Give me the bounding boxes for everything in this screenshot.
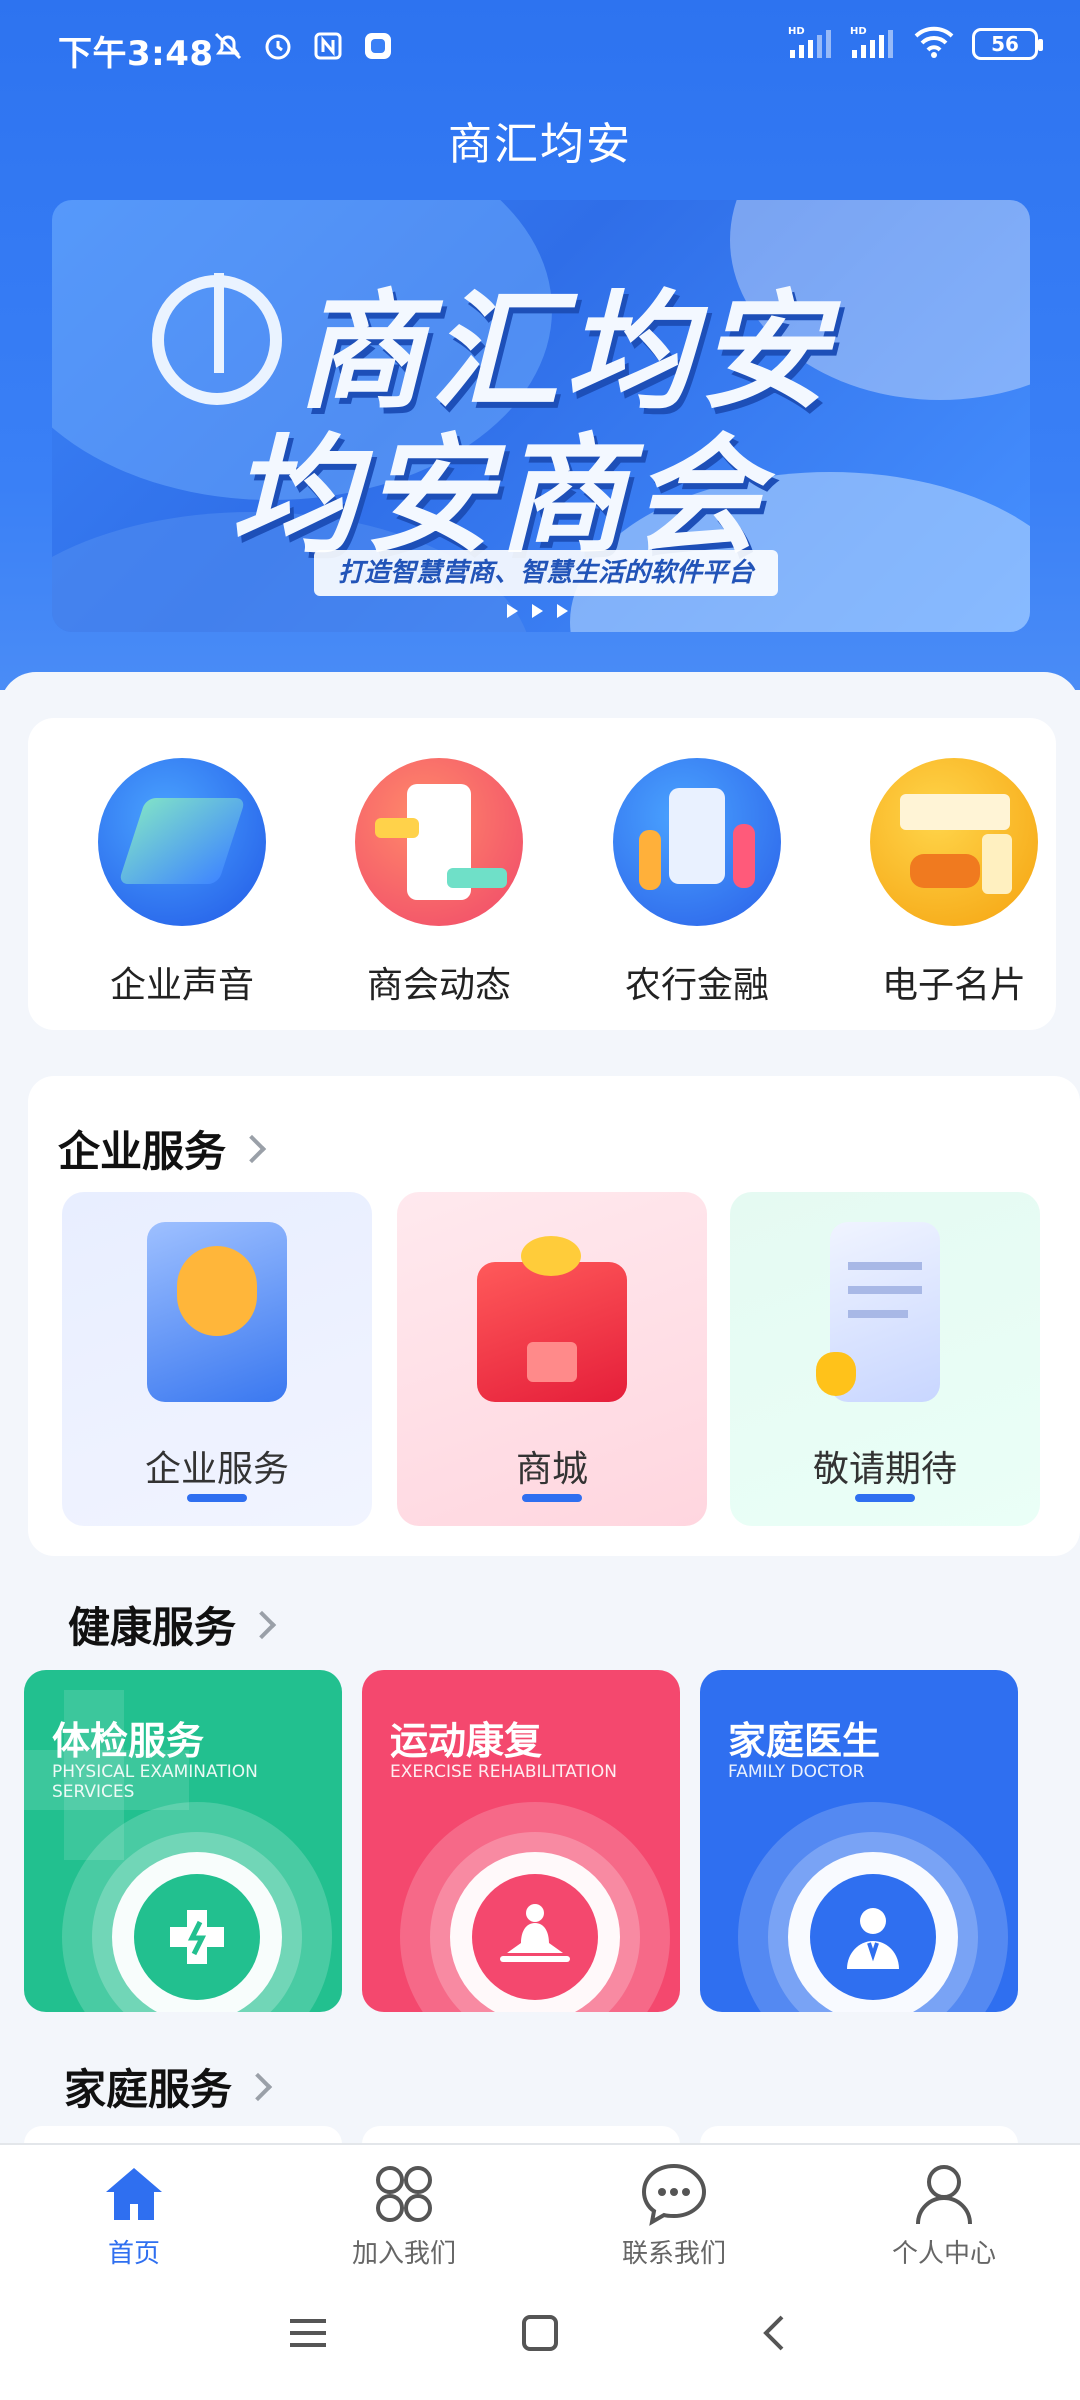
service-tile-indicator <box>187 1494 247 1502</box>
app-notification-icon <box>360 28 396 64</box>
quick-link-label: 企业声音 <box>109 965 254 1006</box>
app-title: 商汇均安 <box>448 119 632 170</box>
nfc-icon <box>310 28 346 64</box>
document-phone-icon <box>816 1222 940 1402</box>
health-card-title: 家庭医生 <box>728 1719 881 1763</box>
service-tile-indicator <box>855 1494 915 1502</box>
service-tile-coming-soon[interactable]: 敬请期待 <box>730 1192 1040 1526</box>
nav-contact-us[interactable]: 联系我们 <box>574 2159 774 2270</box>
wifi-icon <box>912 24 956 64</box>
family-services-header[interactable]: 家庭服务 <box>64 2056 273 2117</box>
promo-banner[interactable]: 商汇均安 均安商会 打造智慧营商、智慧生活的软件平台 <box>52 200 1030 632</box>
nav-label: 首页 <box>107 2239 160 2269</box>
meditation-icon <box>472 1874 598 2000</box>
abc-finance-icon <box>613 758 781 926</box>
enterprise-voice-icon <box>98 758 266 926</box>
service-tile-label: 商城 <box>515 1449 588 1490</box>
nav-label: 加入我们 <box>351 2239 456 2269</box>
health-card-title: 体检服务 <box>52 1719 205 1763</box>
quick-link-abc-finance[interactable]: 农行金融 <box>597 758 797 1008</box>
quick-link-e-card[interactable]: 电子名片 <box>854 758 1054 1008</box>
home-icon <box>99 2159 169 2229</box>
quick-link-label: 农行金融 <box>624 965 769 1006</box>
status-icons-left <box>210 28 396 64</box>
health-card-title: 运动康复 <box>390 1719 543 1763</box>
health-card-rehab[interactable]: 运动康复 EXERCISE REHABILITATION <box>362 1670 680 2012</box>
section-title: 健康服务 <box>68 1603 237 1652</box>
nav-label: 联系我们 <box>621 2239 726 2269</box>
grid-icon <box>369 2159 439 2229</box>
banner-pager <box>507 604 568 618</box>
alarm-icon <box>260 28 296 64</box>
nav-label: 个人中心 <box>891 2239 996 2269</box>
home-square-icon[interactable] <box>520 2313 560 2357</box>
health-card-checkup[interactable]: 体检服务 PHYSICAL EXAMINATION SERVICES <box>24 1670 342 2012</box>
enterprise-services-header[interactable]: 企业服务 <box>58 1118 267 1179</box>
nav-profile[interactable]: 个人中心 <box>844 2159 1044 2270</box>
service-tile-enterprise[interactable]: 企业服务 <box>62 1192 372 1526</box>
bottom-nav: 首页 加入我们 联系我们 个人中心 <box>0 2143 1080 2283</box>
section-title: 企业服务 <box>58 1127 227 1176</box>
quick-link-enterprise-voice[interactable]: 企业声音 <box>82 758 282 1008</box>
health-card-subtitle: EXERCISE REHABILITATION <box>390 1762 617 1782</box>
service-tile-mall[interactable]: 商城 <box>397 1192 707 1526</box>
e-card-icon <box>870 758 1038 926</box>
quick-links-card: 企业声音 商会动态 农行金融 电子名片 <box>28 718 1056 1030</box>
chamber-news-icon <box>355 758 523 926</box>
battery-indicator: 56 <box>972 28 1043 60</box>
medical-cross-icon <box>134 1874 260 2000</box>
chevron-right-icon <box>237 1134 267 1163</box>
service-tile-label: 企业服务 <box>144 1449 289 1490</box>
quick-link-label: 商会动态 <box>366 965 511 1006</box>
service-tile-label: 敬请期待 <box>812 1449 957 1490</box>
quick-link-chamber-news[interactable]: 商会动态 <box>339 758 539 1008</box>
nav-join-us[interactable]: 加入我们 <box>304 2159 504 2270</box>
chat-icon <box>639 2159 709 2229</box>
status-icons-right: HD HD 56 <box>788 24 1043 64</box>
health-card-subtitle: PHYSICAL EXAMINATION SERVICES <box>52 1762 258 1802</box>
mute-icon <box>210 28 246 64</box>
user-icon <box>909 2159 979 2229</box>
system-nav-bar <box>0 2283 1080 2400</box>
svg-text:HD: HD <box>850 26 867 37</box>
red-gift-box-icon <box>477 1236 627 1402</box>
menu-icon[interactable] <box>288 2313 328 2357</box>
service-tile-indicator <box>522 1494 582 1502</box>
status-bar: 下午3:48 HD HD 56 <box>0 0 1080 96</box>
header-background: 下午3:48 HD HD 56 商汇均安 商汇均安 均安商会 打造智慧营商、智慧… <box>0 0 1080 690</box>
back-icon[interactable] <box>754 2313 794 2357</box>
status-time: 下午3:48 <box>58 34 214 74</box>
banner-slogan: 打造智慧营商、智慧生活的软件平台 <box>314 550 779 596</box>
quick-link-label: 电子名片 <box>881 965 1026 1006</box>
svg-text:HD: HD <box>788 26 805 37</box>
chevron-right-icon <box>243 2072 273 2101</box>
health-card-family-doctor[interactable]: 家庭医生 FAMILY DOCTOR <box>700 1670 1018 2012</box>
cell-signal-icon: HD <box>788 24 834 64</box>
nav-home[interactable]: 首页 <box>34 2159 234 2270</box>
doctor-icon <box>810 1874 936 2000</box>
health-services-header[interactable]: 健康服务 <box>68 1594 277 1655</box>
section-title: 家庭服务 <box>64 2065 233 2114</box>
chamber-logo-icon <box>152 273 282 405</box>
chevron-right-icon <box>247 1610 277 1639</box>
shield-card-icon <box>147 1222 287 1402</box>
health-card-subtitle: FAMILY DOCTOR <box>728 1762 865 1782</box>
cell-signal-2-icon: HD <box>850 24 896 64</box>
